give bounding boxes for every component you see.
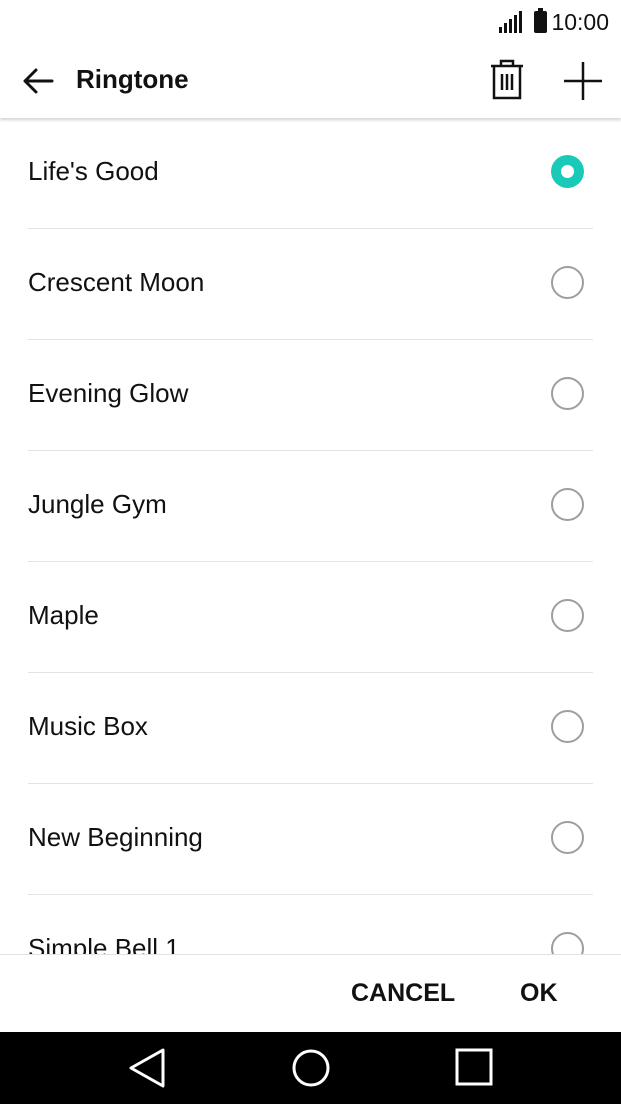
ringtone-item[interactable]: Maple	[0, 562, 621, 673]
radio-button[interactable]	[551, 932, 584, 954]
radio-button[interactable]	[551, 266, 584, 299]
ringtone-label: Maple	[28, 600, 99, 630]
ringtone-list: Life's Good Crescent Moon Evening Glow J…	[0, 118, 621, 954]
signal-icon	[499, 11, 524, 33]
clock: 10:00	[551, 8, 609, 35]
nav-recents-icon[interactable]	[453, 1046, 497, 1090]
navigation-bar	[0, 1032, 621, 1104]
cancel-button[interactable]: CANCEL	[351, 979, 455, 1008]
nav-back-icon[interactable]	[125, 1046, 169, 1090]
status-bar: 10:00	[0, 0, 621, 44]
ringtone-item[interactable]: Life's Good	[0, 118, 621, 229]
delete-icon[interactable]	[486, 58, 528, 102]
ringtone-item[interactable]: Music Box	[0, 673, 621, 784]
dialog-button-bar: CANCEL OK	[0, 954, 621, 1032]
back-arrow-icon[interactable]	[18, 61, 58, 101]
status-icons: 10:00	[499, 6, 609, 38]
radio-button[interactable]	[551, 599, 584, 632]
page-title: Ringtone	[76, 64, 189, 94]
ringtone-label: Evening Glow	[28, 378, 189, 408]
radio-button[interactable]	[551, 377, 584, 410]
ringtone-item[interactable]: New Beginning	[0, 784, 621, 895]
ringtone-label: Simple Bell 1	[28, 933, 180, 954]
ok-button[interactable]: OK	[520, 979, 558, 1008]
battery-icon	[534, 8, 548, 33]
radio-button-selected[interactable]	[551, 155, 584, 188]
ringtone-item[interactable]: Evening Glow	[0, 340, 621, 451]
ringtone-item[interactable]: Jungle Gym	[0, 451, 621, 562]
ringtone-label: Music Box	[28, 711, 148, 741]
radio-button[interactable]	[551, 821, 584, 854]
ringtone-label: New Beginning	[28, 822, 203, 852]
ringtone-label: Crescent Moon	[28, 267, 205, 297]
nav-home-icon[interactable]	[289, 1046, 333, 1090]
radio-button[interactable]	[551, 488, 584, 521]
ringtone-item[interactable]: Crescent Moon	[0, 229, 621, 340]
ringtone-label: Life's Good	[28, 156, 159, 186]
app-bar: Ringtone	[0, 44, 621, 118]
ringtone-item[interactable]: Simple Bell 1	[0, 895, 621, 954]
radio-button[interactable]	[551, 710, 584, 743]
ringtone-label: Jungle Gym	[28, 489, 167, 519]
add-icon[interactable]	[560, 58, 606, 104]
